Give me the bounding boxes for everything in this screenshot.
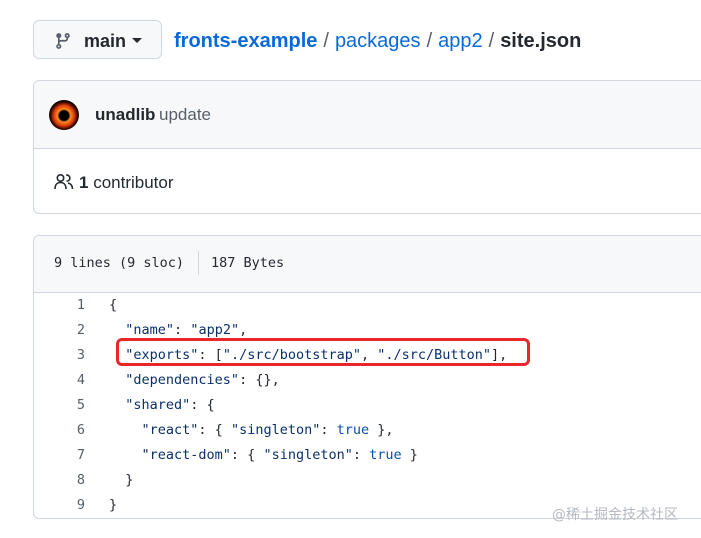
code-line: 6 "react": { "singleton": true },	[34, 418, 701, 443]
line-number[interactable]: 2	[34, 318, 85, 343]
line-number[interactable]: 8	[34, 468, 85, 493]
json-string: "singleton"	[263, 447, 353, 463]
code-line: 4 "dependencies": {},	[34, 368, 701, 393]
json-punctuation: :	[320, 422, 337, 438]
breadcrumb-current-file: site.json	[500, 30, 582, 52]
json-punctuation	[109, 397, 125, 413]
breadcrumb: fronts-example / packages / app2/site.json	[174, 29, 581, 53]
line-number[interactable]: 1	[34, 293, 85, 318]
line-number[interactable]: 4	[34, 368, 85, 393]
annotation-highlight-box	[116, 338, 530, 366]
breadcrumb-repo-link[interactable]: fronts-example	[174, 30, 317, 52]
code-line: 1{	[34, 293, 701, 318]
commit-author-link[interactable]: unadlib	[95, 105, 155, 125]
contributor-count: 1	[79, 173, 89, 192]
watermark: @稀土掘金技术社区	[552, 507, 678, 523]
code-line: 5 "shared": {	[34, 393, 701, 418]
line-number[interactable]: 5	[34, 393, 85, 418]
json-punctuation: :	[174, 322, 191, 338]
json-punctuation: ,	[239, 322, 248, 338]
contributor-label: contributor	[93, 173, 174, 192]
line-content: }	[109, 493, 117, 518]
json-punctuation: : {},	[239, 372, 280, 388]
json-string: "react-dom"	[141, 447, 231, 463]
breadcrumb-packages-link[interactable]: packages	[335, 30, 421, 52]
json-boolean: true	[369, 447, 402, 463]
file-info-header: 9 lines (9 sloc) 187 Bytes	[34, 236, 701, 293]
line-content: "shared": {	[109, 393, 215, 418]
json-string: "dependencies"	[125, 372, 240, 388]
line-number[interactable]: 3	[34, 343, 85, 368]
file-line-count: 9 lines (9 sloc)	[54, 255, 185, 271]
code-line: 7 "react-dom": { "singleton": true }	[34, 443, 701, 468]
git-branch-icon	[56, 33, 70, 49]
contributors-row[interactable]: 1 contributor	[34, 149, 701, 213]
commit-message-link[interactable]: update	[159, 105, 211, 125]
json-punctuation: }	[401, 447, 418, 463]
line-content: "react": { "singleton": true },	[109, 418, 394, 443]
line-content: "react-dom": { "singleton": true }	[109, 443, 418, 468]
line-number[interactable]: 9	[34, 493, 85, 518]
json-punctuation: : {	[230, 447, 264, 463]
divider	[198, 251, 199, 275]
line-number[interactable]: 7	[34, 443, 85, 468]
json-string: "shared"	[125, 397, 191, 413]
line-content: {	[109, 293, 117, 318]
json-punctuation: : {	[190, 397, 215, 413]
contributors-link[interactable]: 1 contributor	[79, 173, 174, 193]
breadcrumb-separator: /	[426, 30, 433, 52]
json-boolean: true	[336, 422, 370, 438]
line-number[interactable]: 6	[34, 418, 85, 443]
json-punctuation	[109, 422, 142, 438]
breadcrumb-separator: /	[488, 30, 495, 52]
json-punctuation	[109, 372, 125, 388]
json-punctuation: :	[352, 447, 370, 463]
json-punctuation	[109, 447, 142, 463]
breadcrumb-separator: /	[323, 30, 329, 52]
json-punctuation: }	[109, 472, 134, 488]
code-line: 8 }	[34, 468, 701, 493]
json-string: "singleton"	[230, 422, 321, 438]
latest-commit-row: unadlib update	[34, 81, 701, 149]
branch-label: main	[84, 31, 127, 51]
json-string: "app2"	[190, 322, 240, 338]
file-viewer: 9 lines (9 sloc) 187 Bytes 1{2 "name": "…	[33, 235, 701, 519]
avatar[interactable]	[49, 100, 79, 130]
latest-commit-box: unadlib update 1 contributor	[33, 80, 701, 214]
json-punctuation: }	[109, 497, 118, 513]
breadcrumb-app2-link[interactable]: app2	[438, 30, 483, 52]
branch-selector-button[interactable]: main	[33, 20, 162, 59]
chevron-down-icon	[132, 38, 142, 43]
json-string: "name"	[125, 322, 175, 338]
file-size: 187 Bytes	[211, 255, 285, 271]
line-content: "dependencies": {},	[109, 368, 280, 393]
line-content: }	[109, 468, 133, 493]
json-punctuation: {	[109, 297, 118, 313]
json-punctuation: },	[369, 422, 394, 438]
json-punctuation	[109, 322, 125, 338]
json-string: "react"	[141, 422, 199, 438]
json-punctuation: : {	[198, 422, 231, 438]
people-icon	[54, 173, 74, 190]
